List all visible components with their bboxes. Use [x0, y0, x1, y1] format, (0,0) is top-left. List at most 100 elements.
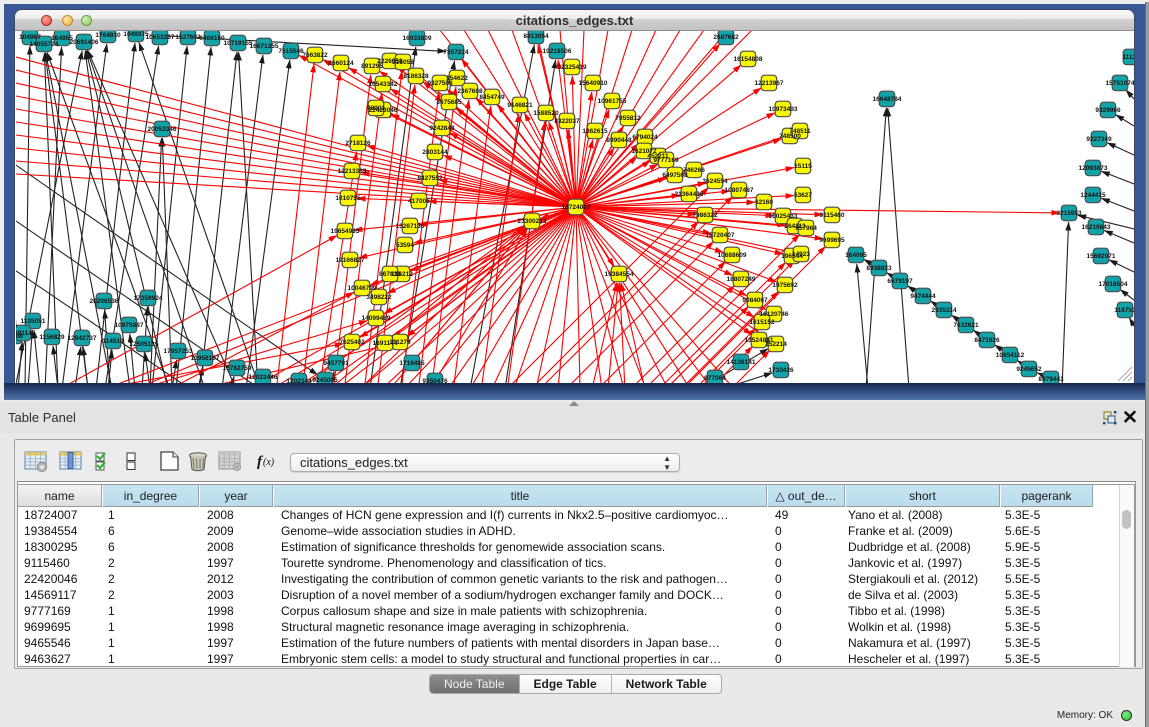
svg-text:53627: 53627: [794, 192, 812, 199]
svg-text:10688609: 10688609: [718, 252, 747, 259]
svg-text:15640910: 15640910: [579, 80, 608, 87]
svg-text:16120746: 16120746: [760, 311, 789, 318]
svg-text:17016504: 17016504: [1099, 281, 1128, 288]
svg-text:(x): (x): [263, 457, 275, 468]
svg-text:8979443: 8979443: [1038, 376, 1064, 383]
svg-text:17359924: 17359924: [134, 295, 163, 302]
svg-text:19218506: 19218506: [543, 48, 572, 55]
svg-text:1527602: 1527602: [175, 34, 201, 41]
svg-text:21364436: 21364436: [675, 191, 704, 198]
svg-text:10046799: 10046799: [348, 285, 377, 292]
svg-text:20691406: 20691406: [70, 39, 99, 46]
svg-text:164095: 164095: [845, 252, 867, 259]
svg-text:8990448: 8990448: [606, 137, 632, 144]
svg-text:9474444: 9474444: [910, 293, 936, 300]
svg-text:17957253: 17957253: [164, 348, 193, 355]
svg-text:1716485: 1716485: [399, 360, 425, 367]
svg-text:12213369: 12213369: [338, 168, 367, 175]
svg-text:16648784: 16648784: [873, 96, 902, 103]
svg-text:3675685: 3675685: [436, 99, 462, 106]
svg-text:12325419: 12325419: [558, 64, 587, 71]
svg-text:10973493: 10973493: [769, 106, 798, 113]
svg-text:252214: 252214: [765, 341, 787, 348]
svg-text:14136141: 14136141: [727, 359, 756, 366]
svg-text:7632621: 7632621: [953, 322, 979, 329]
svg-text:1244415: 1244415: [1080, 192, 1106, 199]
svg-text:23300213: 23300213: [518, 218, 547, 225]
svg-text:9699695: 9699695: [819, 237, 845, 244]
svg-text:1615152: 1615152: [749, 319, 775, 326]
svg-text:867833: 867833: [379, 271, 401, 278]
svg-text:8454749: 8454749: [479, 94, 505, 101]
svg-text:10975887: 10975887: [115, 322, 144, 329]
svg-text:19166827: 19166827: [336, 257, 365, 264]
svg-text:9227349: 9227349: [1086, 136, 1112, 143]
svg-text:39114: 39114: [16, 330, 32, 337]
svg-text:12093873: 12093873: [1079, 165, 1108, 172]
svg-text:7663822: 7663822: [302, 52, 328, 59]
svg-text:16671355: 16671355: [250, 43, 279, 50]
svg-text:2803144: 2803144: [422, 149, 448, 156]
svg-text:10654112: 10654112: [996, 352, 1025, 359]
svg-text:98901: 98901: [367, 105, 385, 112]
svg-text:19384554: 19384554: [605, 271, 634, 278]
svg-text:316058: 316058: [392, 59, 414, 66]
svg-text:16782759: 16782759: [223, 365, 252, 372]
svg-text:2687682: 2687682: [713, 34, 739, 41]
svg-text:1733426: 1733426: [768, 367, 794, 374]
svg-text:9115460: 9115460: [820, 212, 845, 219]
svg-text:7625402: 7625402: [339, 339, 365, 346]
svg-text:12213967: 12213967: [755, 80, 784, 87]
svg-text:957964: 957964: [795, 225, 817, 232]
svg-text:7986322: 7986322: [692, 212, 718, 219]
svg-text:10653267: 10653267: [146, 34, 175, 41]
svg-text:10807487: 10807487: [725, 187, 754, 194]
svg-text:3624554: 3624554: [702, 178, 728, 185]
svg-text:12023446: 12023446: [249, 374, 278, 381]
svg-text:417006: 417006: [408, 198, 430, 205]
svg-text:8813054: 8813054: [523, 33, 549, 40]
svg-text:15115: 15115: [794, 163, 812, 170]
svg-text:18807249: 18807249: [727, 276, 756, 283]
svg-text:9084067: 9084067: [742, 297, 768, 304]
svg-text:154622: 154622: [446, 75, 468, 82]
svg-text:6497568: 6497568: [662, 172, 688, 179]
svg-text:20053346: 20053346: [148, 126, 177, 133]
svg-text:9242848: 9242848: [429, 125, 455, 132]
svg-text:16033809: 16033809: [403, 35, 432, 42]
svg-text:114519: 114519: [102, 338, 124, 345]
svg-text:10543342: 10543342: [369, 81, 398, 88]
svg-text:18724007: 18724007: [562, 204, 591, 211]
svg-text:10958107: 10958107: [191, 355, 220, 362]
svg-text:14923: 14923: [792, 251, 810, 258]
svg-text:748511: 748511: [789, 128, 811, 135]
svg-text:53594: 53594: [396, 242, 414, 249]
svg-text:1764930: 1764930: [95, 32, 121, 39]
svg-text:1135051: 1135051: [21, 318, 46, 325]
svg-text:1691144: 1691144: [373, 340, 398, 347]
svg-text:12505135: 12505135: [130, 341, 159, 348]
svg-text:2935114: 2935114: [932, 307, 957, 314]
svg-text:104967: 104967: [19, 34, 41, 41]
svg-text:7955812: 7955812: [615, 115, 641, 122]
svg-text:1362615: 1362615: [582, 128, 608, 135]
svg-text:14055724: 14055724: [30, 41, 59, 48]
svg-text:6794024: 6794024: [632, 134, 658, 141]
svg-text:7515546: 7515546: [278, 48, 304, 55]
svg-text:1975692: 1975692: [772, 282, 798, 289]
svg-text:8186328: 8186328: [403, 73, 429, 80]
svg-text:14099489: 14099489: [362, 315, 391, 322]
svg-text:8938923: 8938923: [866, 265, 892, 272]
svg-text:19654985: 19654985: [331, 228, 360, 235]
svg-text:13267130: 13267130: [396, 223, 425, 230]
svg-text:3498222: 3498222: [366, 294, 392, 301]
svg-text:8660124: 8660124: [328, 60, 354, 67]
svg-text:8427552: 8427552: [417, 175, 443, 182]
svg-text:8322037: 8322037: [554, 118, 580, 125]
svg-text:977064: 977064: [704, 375, 726, 382]
svg-text:6679197: 6679197: [887, 278, 913, 285]
svg-text:7357224: 7357224: [443, 49, 469, 56]
svg-text:9457791: 9457791: [323, 360, 349, 367]
svg-text:12942737: 12942737: [68, 335, 97, 342]
svg-text:15751074: 15751074: [1106, 80, 1134, 87]
